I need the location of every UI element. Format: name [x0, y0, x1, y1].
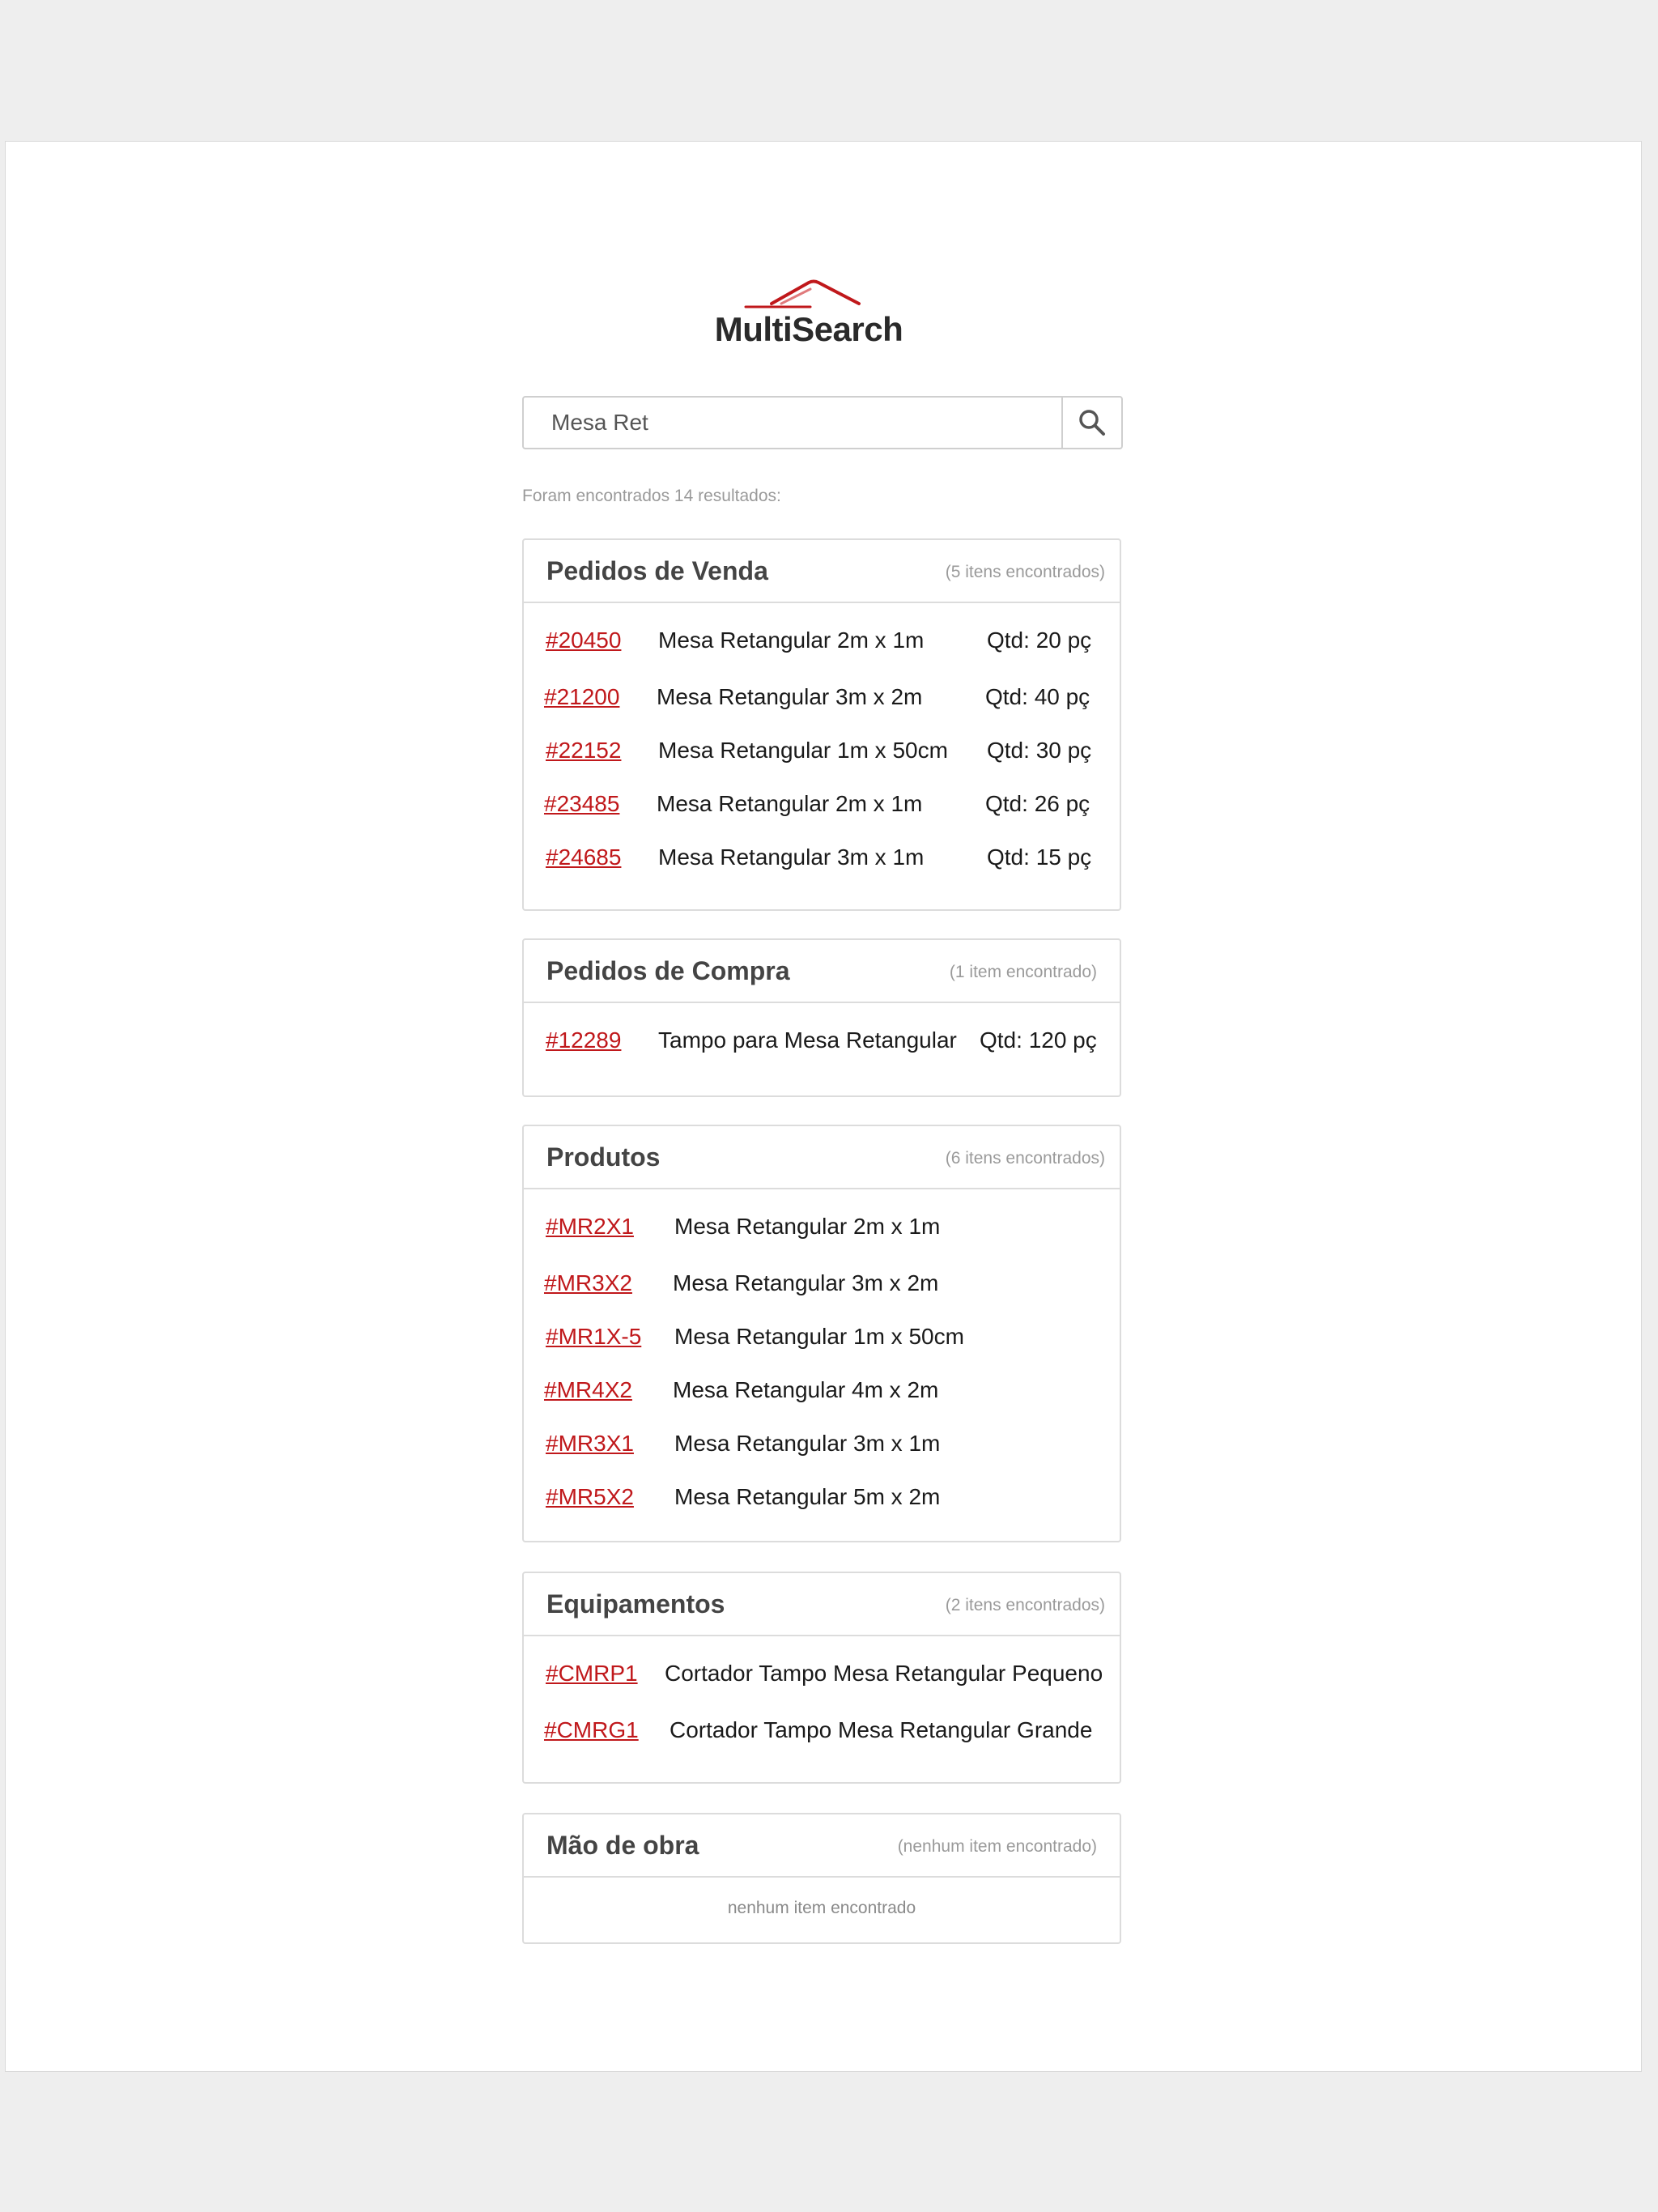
equipment-link[interactable]: #CMRG1 — [544, 1717, 639, 1743]
section-count: (5 itens encontrados) — [945, 563, 1105, 581]
empty-state: nenhum item encontrado — [727, 1899, 916, 1917]
list-item: #MR2X1 Mesa Retangular 2m x 1m — [524, 1214, 1120, 1246]
item-quantity: Qtd: 26 pç — [985, 791, 1090, 816]
item-description: Cortador Tampo Mesa Retangular Pequeno — [665, 1661, 1103, 1686]
list-item: #22152 Mesa Retangular 1m x 50cm Qtd: 30… — [524, 738, 1120, 770]
list-item: #MR3X2 Mesa Retangular 3m x 2m — [524, 1270, 1120, 1303]
logo-roof-icon — [744, 279, 861, 308]
section-pedidos-de-venda: Pedidos de Venda (5 itens encontrados) #… — [522, 538, 1121, 911]
item-description: Mesa Retangular 3m x 1m — [674, 1431, 941, 1456]
order-link[interactable]: #21200 — [544, 684, 619, 710]
section-count: (2 itens encontrados) — [945, 1596, 1105, 1614]
section-title: Pedidos de Compra — [546, 956, 790, 985]
order-link[interactable]: #12289 — [546, 1027, 621, 1053]
section-count: (nenhum item encontrado) — [897, 1837, 1097, 1856]
list-item: #CMRG1 Cortador Tampo Mesa Retangular Gr… — [524, 1717, 1120, 1750]
list-item: #MR5X2 Mesa Retangular 5m x 2m — [524, 1484, 1120, 1516]
order-link[interactable]: #23485 — [544, 791, 619, 817]
item-quantity: Qtd: 40 pç — [985, 684, 1090, 709]
multisearch-logo: MultiSearch — [704, 279, 914, 352]
list-item: #21200 Mesa Retangular 3m x 2m Qtd: 40 p… — [524, 684, 1120, 717]
section-title: Produtos — [546, 1142, 661, 1172]
item-description: Mesa Retangular 2m x 1m — [657, 791, 923, 816]
item-description: Mesa Retangular 3m x 2m — [657, 684, 923, 709]
results-summary: Foram encontrados 14 resultados: — [522, 487, 781, 505]
list-item: #MR3X1 Mesa Retangular 3m x 1m — [524, 1431, 1120, 1463]
order-link[interactable]: #22152 — [546, 738, 621, 764]
search-bar — [522, 396, 1123, 449]
search-icon — [1079, 410, 1105, 436]
list-item: #23485 Mesa Retangular 2m x 1m Qtd: 26 p… — [524, 791, 1120, 823]
item-description: Mesa Retangular 2m x 1m — [674, 1214, 941, 1239]
section-header: Produtos (6 itens encontrados) — [524, 1126, 1120, 1189]
order-link[interactable]: #24685 — [546, 844, 621, 870]
section-equipamentos: Equipamentos (2 itens encontrados) #CMRP… — [522, 1572, 1121, 1784]
product-link[interactable]: #MR1X-5 — [546, 1324, 641, 1350]
section-count: (1 item encontrado) — [949, 963, 1097, 981]
item-quantity: Qtd: 15 pç — [987, 844, 1092, 870]
item-description: Mesa Retangular 2m x 1m — [658, 627, 925, 653]
equipment-link[interactable]: #CMRP1 — [546, 1661, 638, 1687]
item-description: Cortador Tampo Mesa Retangular Grande — [670, 1717, 1093, 1742]
section-title: Mão de obra — [546, 1831, 699, 1860]
product-link[interactable]: #MR3X1 — [546, 1431, 634, 1457]
list-item: #24685 Mesa Retangular 3m x 1m Qtd: 15 p… — [524, 844, 1120, 877]
section-mao-de-obra: Mão de obra (nenhum item encontrado) nen… — [522, 1813, 1121, 1944]
product-link[interactable]: #MR4X2 — [544, 1377, 632, 1403]
item-description: Mesa Retangular 3m x 2m — [673, 1270, 939, 1295]
product-link[interactable]: #MR2X1 — [546, 1214, 634, 1240]
section-title: Equipamentos — [546, 1589, 725, 1619]
list-item: #CMRP1 Cortador Tampo Mesa Retangular Pe… — [524, 1661, 1120, 1693]
section-header: Equipamentos (2 itens encontrados) — [524, 1573, 1120, 1636]
section-title: Pedidos de Venda — [546, 556, 768, 585]
item-quantity: Qtd: 30 pç — [987, 738, 1092, 763]
search-button[interactable] — [1061, 396, 1123, 449]
item-description: Mesa Retangular 1m x 50cm — [674, 1324, 964, 1349]
page-panel: MultiSearch Foram encontrados 14 resulta… — [5, 141, 1642, 2072]
list-item: #MR1X-5 Mesa Retangular 1m x 50cm — [524, 1324, 1120, 1356]
product-link[interactable]: #MR5X2 — [546, 1484, 634, 1510]
section-produtos: Produtos (6 itens encontrados) #MR2X1 Me… — [522, 1125, 1121, 1542]
section-count: (6 itens encontrados) — [945, 1149, 1105, 1168]
item-description: Mesa Retangular 1m x 50cm — [658, 738, 948, 763]
list-item: #MR4X2 Mesa Retangular 4m x 2m — [524, 1377, 1120, 1410]
item-description: Mesa Retangular 4m x 2m — [673, 1377, 939, 1402]
section-header: Mão de obra (nenhum item encontrado) — [524, 1814, 1120, 1878]
item-quantity: Qtd: 20 pç — [987, 627, 1092, 653]
list-item: #12289 Tampo para Mesa Retangular Qtd: 1… — [524, 1027, 1120, 1060]
item-quantity: Qtd: 120 pç — [980, 1027, 1097, 1053]
list-item: #20450 Mesa Retangular 2m x 1m Qtd: 20 p… — [524, 627, 1120, 660]
order-link[interactable]: #20450 — [546, 627, 621, 653]
section-header: Pedidos de Venda (5 itens encontrados) — [524, 540, 1120, 603]
section-pedidos-de-compra: Pedidos de Compra (1 item encontrado) #1… — [522, 938, 1121, 1097]
section-header: Pedidos de Compra (1 item encontrado) — [524, 940, 1120, 1003]
product-link[interactable]: #MR3X2 — [544, 1270, 632, 1296]
item-description: Tampo para Mesa Retangular — [658, 1027, 957, 1053]
logo-wordmark: MultiSearch — [714, 310, 903, 348]
item-description: Mesa Retangular 5m x 2m — [674, 1484, 941, 1509]
item-description: Mesa Retangular 3m x 1m — [658, 844, 925, 870]
search-input[interactable] — [522, 396, 1063, 449]
